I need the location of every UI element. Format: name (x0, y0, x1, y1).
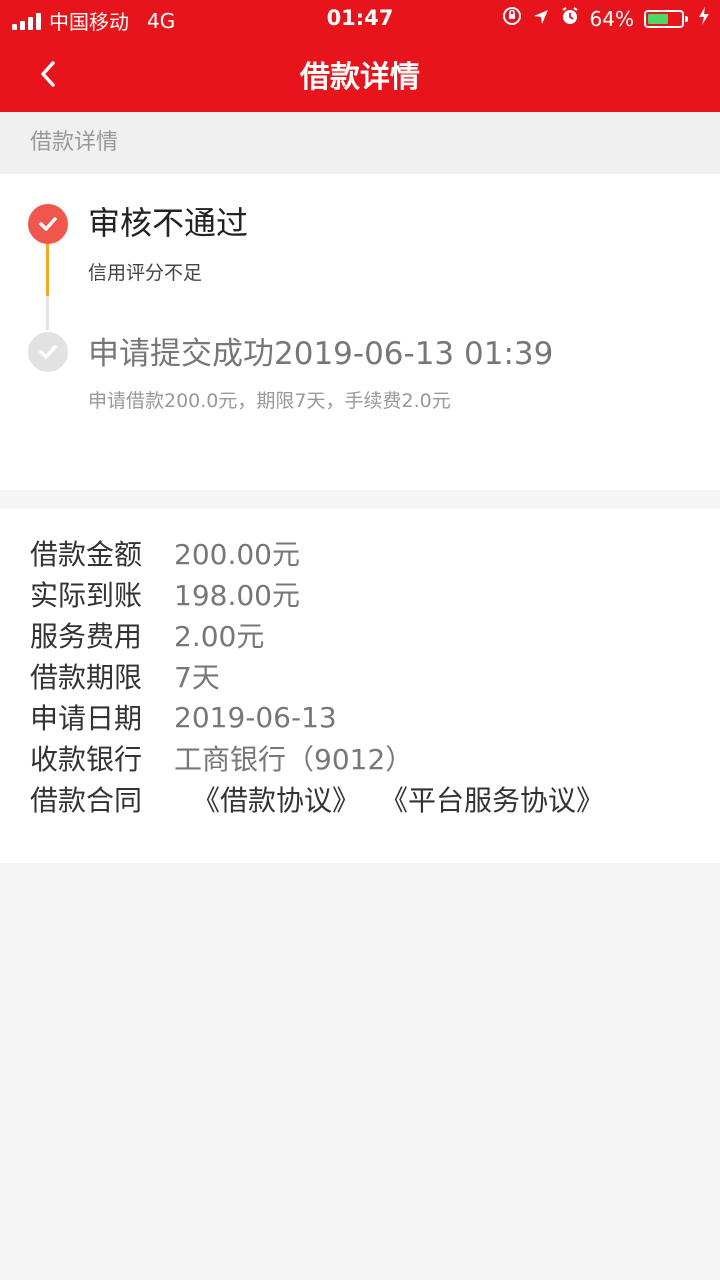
charging-icon (698, 6, 710, 31)
detail-label: 借款期限 (30, 661, 143, 694)
battery-icon (644, 9, 688, 28)
detail-row-apply-date: 申请日期 2019-06-13 (30, 697, 337, 737)
top-bar: 中国移动 4G 01:47 64% 借款详情 (0, 0, 720, 112)
contract-links: 《借款协议》 《平台服务协议》 (192, 779, 624, 819)
detail-row-loan-contract: 借款合同 《借款协议》 《平台服务协议》 (30, 779, 624, 819)
detail-label: 借款金额 (30, 538, 143, 571)
alarm-icon (560, 6, 580, 31)
detail-value: 2019-06-13 (174, 700, 337, 734)
timeline-step-1-subtitle: 信用评分不足 (88, 262, 203, 284)
detail-row-actual-received: 实际到账 198.00元 (30, 574, 300, 614)
detail-label: 收款银行 (30, 743, 143, 776)
nav-bar: 借款详情 (0, 36, 720, 112)
timeline-step-2-indicator (28, 332, 68, 372)
detail-label: 服务费用 (30, 620, 143, 653)
location-icon (532, 7, 550, 31)
detail-label: 借款合同 (30, 784, 143, 817)
detail-row-loan-term: 借款期限 7天 (30, 656, 220, 696)
platform-service-agreement-link[interactable]: 《平台服务协议》 (380, 779, 604, 819)
timeline-step-2-subtitle: 申请借款200.0元，期限7天，手续费2.0元 (88, 390, 451, 412)
detail-value: 2.00元 (174, 620, 265, 653)
detail-row-receiving-bank: 收款银行 工商银行（9012） (30, 738, 413, 778)
timeline-connector-inactive (46, 296, 49, 330)
detail-label: 实际到账 (30, 579, 143, 612)
battery-fill (648, 13, 668, 24)
detail-value: 198.00元 (174, 579, 300, 612)
timeline-step-2-title: 申请提交成功2019-06-13 01:39 (88, 336, 554, 372)
check-icon (39, 217, 57, 231)
detail-value: 7天 (174, 661, 220, 694)
timeline-step-1-title: 审核不通过 (88, 204, 249, 242)
loan-agreement-link[interactable]: 《借款协议》 (192, 779, 360, 819)
timeline-card: 审核不通过 信用评分不足 申请提交成功2019-06-13 01:39 申请借款… (0, 174, 720, 490)
detail-row-service-fee: 服务费用 2.00元 (30, 615, 264, 655)
status-right: 64% (502, 6, 710, 31)
status-bar: 中国移动 4G 01:47 64% (0, 0, 720, 36)
detail-value: 200.00元 (174, 538, 300, 571)
detail-label: 申请日期 (30, 702, 143, 735)
section-header: 借款详情 (0, 112, 720, 174)
timeline-step-1-indicator (28, 204, 68, 244)
check-icon (39, 345, 57, 359)
page-title: 借款详情 (300, 60, 420, 95)
loan-details-card: 借款金额 200.00元 实际到账 198.00元 服务费用 2.00元 借款期… (0, 509, 720, 863)
detail-value: 工商银行（9012） (174, 743, 414, 776)
timeline-connector-active (46, 240, 49, 296)
detail-row-loan-amount: 借款金额 200.00元 (30, 533, 300, 573)
battery-percent: 64% (589, 6, 634, 31)
rotation-lock-icon (502, 6, 522, 31)
